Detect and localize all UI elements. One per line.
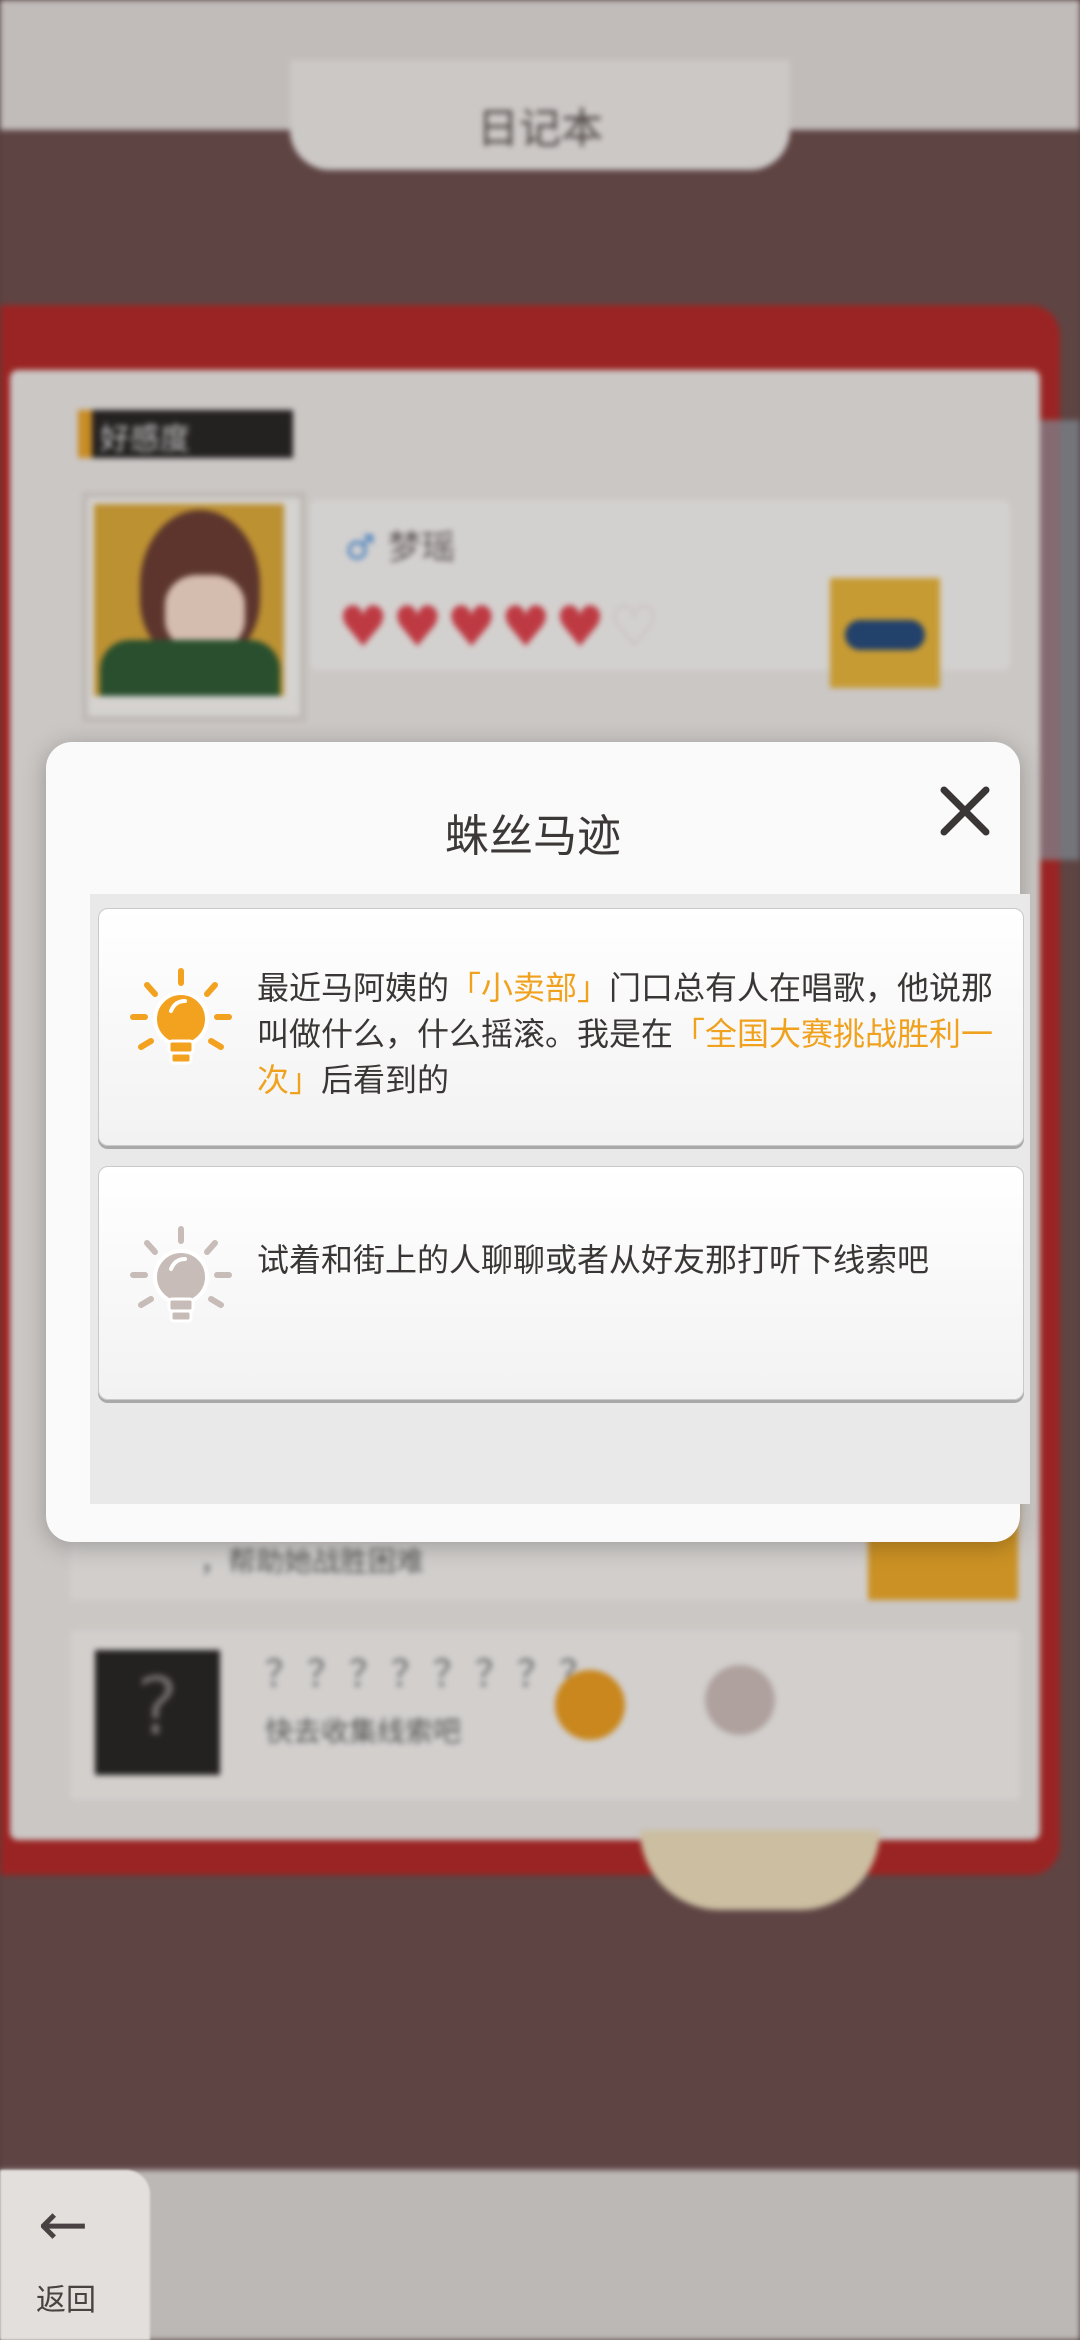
hint-text: 最近马阿姨的「小卖部」门口总有人在唱歌，他说那叫做什么，什么摇滚。我是在「全国大…: [257, 965, 997, 1103]
hint-text-segment: 后看到的: [321, 1061, 450, 1099]
hint-highlight-location: 「小卖部」: [449, 969, 610, 1007]
hint-card-locked: 试着和街上的人聊聊或者从好友那打听下线索吧: [98, 1166, 1024, 1400]
hint-text-segment: 试着和街上的人聊聊或者从好友那打听下线索吧: [257, 1241, 930, 1279]
close-icon[interactable]: [930, 776, 1000, 846]
back-arrow-icon[interactable]: ←: [38, 2195, 88, 2255]
hint-text-segment: 最近马阿姨的: [257, 969, 450, 1007]
lightbulb-on-icon: [130, 968, 232, 1065]
close-button[interactable]: [930, 776, 1000, 846]
lightbulb-off-icon: [130, 1226, 232, 1323]
dialog-title: 蛛丝马迹: [445, 811, 621, 862]
hint-card-unlocked: 最近马阿姨的「小卖部」门口总有人在唱歌，他说那叫做什么，什么摇滚。我是在「全国大…: [98, 908, 1024, 1146]
hint-text: 试着和街上的人聊聊或者从好友那打听下线索吧: [257, 1237, 997, 1283]
clues-dialog: 蛛丝马迹 最近马阿姨的「小卖部」门口总有人在唱歌，他说那叫做什么，什么摇滚。我是…: [46, 742, 1030, 1542]
hints-list: 最近马阿姨的「小卖部」门口总有人在唱歌，他说那叫做什么，什么摇滚。我是在「全国大…: [90, 894, 1030, 1504]
back-button-label[interactable]: 返回: [36, 2275, 96, 2319]
